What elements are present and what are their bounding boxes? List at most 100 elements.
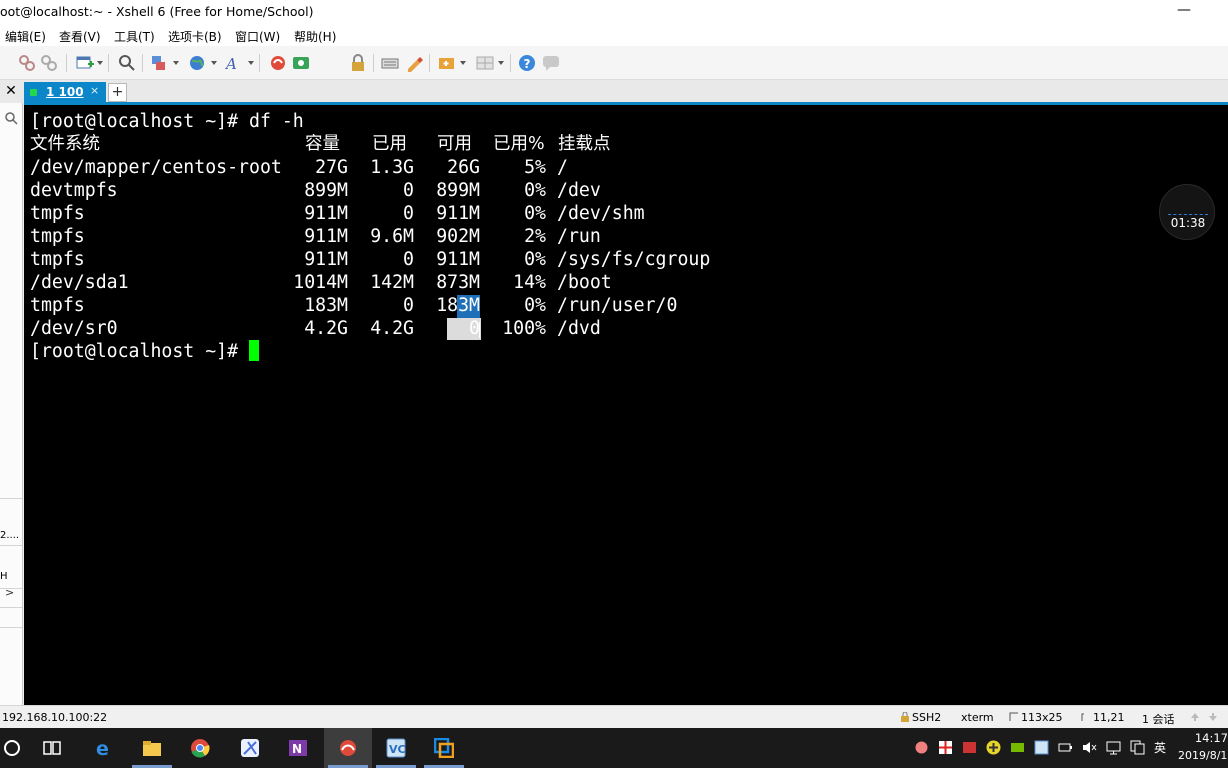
reconnect-icon[interactable]	[40, 54, 58, 72]
status-bar: 192.168.10.100:22 SSH2 xterm 113x25 11,2…	[0, 705, 1228, 728]
task-view-button[interactable]	[28, 728, 76, 768]
minimize-button[interactable]: —	[1170, 0, 1198, 24]
virtualbox-icon[interactable]	[420, 728, 468, 768]
prompt: [root@localhost ~]#	[30, 341, 239, 362]
find-icon[interactable]	[118, 54, 136, 72]
sidebar-text: 2....	[0, 530, 20, 541]
tab-label: 1 100	[46, 85, 84, 99]
size-cell: 183M	[304, 295, 348, 316]
terminal-output[interactable]: [root@localhost ~]# df -h 文件系统 容量 已用 可用 …	[24, 105, 1228, 705]
font-icon[interactable]: A	[225, 54, 243, 72]
script-icon[interactable]	[438, 54, 456, 72]
layout-icon[interactable]	[476, 54, 494, 72]
battery-icon[interactable]	[1058, 740, 1073, 755]
globe-dropdown[interactable]	[211, 61, 217, 65]
new-tab-icon[interactable]	[76, 54, 94, 72]
svg-text:N: N	[292, 742, 302, 756]
script-dropdown[interactable]	[460, 61, 466, 65]
size-cell: 911M	[304, 203, 348, 224]
waveform-icon	[1168, 214, 1208, 215]
menu-tabs[interactable]: 选项卡(B)	[168, 28, 222, 45]
menu-tools[interactable]: 工具(T)	[114, 28, 155, 45]
tray-app1-icon[interactable]	[914, 740, 929, 755]
arrow-down-icon[interactable]	[1208, 712, 1218, 722]
close-sidebar-button[interactable]: ✕	[0, 80, 22, 103]
vmware-tray-icon[interactable]	[1034, 740, 1049, 755]
pct-cell: 0%	[524, 249, 546, 270]
toolbar-separator	[429, 54, 430, 72]
copy-icon[interactable]	[1130, 740, 1145, 755]
properties-icon[interactable]	[150, 54, 168, 72]
avail-cell: 911M	[436, 203, 480, 224]
svg-text:e: e	[96, 738, 109, 758]
chrome-icon[interactable]	[176, 728, 224, 768]
xshell-taskbar-icon[interactable]	[324, 728, 372, 768]
toolbar-separator	[259, 54, 260, 72]
help-icon[interactable]: ?	[518, 54, 536, 72]
mount-cell: /	[557, 157, 568, 178]
xftp-icon[interactable]	[269, 54, 287, 72]
nvidia-icon[interactable]	[1010, 740, 1025, 755]
table-row: devtmpfs 899M 0 899M 0% /dev	[30, 179, 601, 202]
new-tab-button[interactable]: +	[108, 83, 127, 102]
disconnect-icon[interactable]	[18, 54, 36, 72]
toolbar-separator	[510, 54, 511, 72]
vmware-icon[interactable]: VC	[372, 728, 420, 768]
avail-cell: 899M	[436, 180, 480, 201]
fs-cell: devtmpfs	[30, 180, 118, 201]
menu-window[interactable]: 窗口(W)	[235, 28, 280, 45]
tab-session[interactable]: 1 100 ×	[24, 82, 106, 103]
used-cell: 9.6M	[370, 226, 414, 247]
used-cell: 142M	[370, 272, 414, 293]
font-dropdown[interactable]	[248, 61, 254, 65]
menu-edit[interactable]: 编辑(E)	[5, 28, 46, 45]
terminal-cursor	[249, 340, 259, 361]
toolbar-separator	[142, 54, 143, 72]
tray-app3-icon[interactable]	[962, 740, 977, 755]
snipaste-icon[interactable]	[226, 728, 274, 768]
size-cell: 899M	[304, 180, 348, 201]
lock-icon	[901, 712, 909, 722]
xmanager-icon[interactable]	[292, 54, 310, 72]
mount-cell: /dev/shm	[557, 203, 645, 224]
table-row: /dev/mapper/centos-root 27G 1.3G 26G 5% …	[30, 156, 568, 179]
lock-icon[interactable]	[349, 54, 367, 72]
table-row: tmpfs 183M 0 183M 0% /run/user/0	[30, 294, 677, 317]
sidebar-divider	[0, 607, 22, 608]
mount-cell: /dvd	[557, 318, 601, 339]
clock-date[interactable]: 2019/8/1	[1178, 749, 1228, 762]
clock-time[interactable]: 14:17	[1180, 731, 1228, 745]
menu-help[interactable]: 帮助(H)	[294, 28, 336, 45]
search-icon[interactable]	[4, 111, 18, 125]
file-explorer-icon[interactable]	[128, 728, 176, 768]
used-cell: 0	[403, 249, 414, 270]
keyboard-icon[interactable]	[381, 54, 399, 72]
arrow-up-icon[interactable]	[1190, 712, 1200, 722]
size-cell: 1014M	[293, 272, 348, 293]
header-use-pct: 已用%	[493, 134, 545, 154]
used-cell: 0	[403, 203, 414, 224]
edge-icon[interactable]: e	[80, 728, 128, 768]
menu-view[interactable]: 查看(V)	[59, 28, 101, 45]
status-protocol: SSH2	[912, 711, 942, 724]
toolbar-separator	[373, 54, 374, 72]
onenote-icon[interactable]: N	[274, 728, 322, 768]
tab-close-icon[interactable]: ×	[90, 84, 99, 97]
properties-dropdown[interactable]	[173, 61, 179, 65]
toolbar-separator	[108, 54, 109, 72]
new-tab-dropdown[interactable]	[97, 61, 103, 65]
mount-cell: /boot	[557, 272, 612, 293]
volume-icon[interactable]	[1082, 740, 1097, 755]
globe-icon[interactable]	[188, 54, 206, 72]
layout-dropdown[interactable]	[498, 61, 504, 65]
highlight-icon[interactable]	[405, 54, 423, 72]
chat-icon[interactable]	[542, 54, 560, 72]
network-icon[interactable]	[1106, 740, 1121, 755]
tray-add-icon[interactable]	[986, 740, 1001, 755]
tray-app2-icon[interactable]	[938, 740, 953, 755]
command-line: [root@localhost ~]# df -h	[30, 110, 304, 133]
ime-indicator[interactable]: 英	[1154, 739, 1166, 756]
recording-timer-widget[interactable]: 01:38	[1159, 184, 1215, 240]
tab-bar	[0, 80, 1228, 103]
windows-taskbar: e N VC 英 14:17 2019/8/1	[0, 728, 1228, 768]
